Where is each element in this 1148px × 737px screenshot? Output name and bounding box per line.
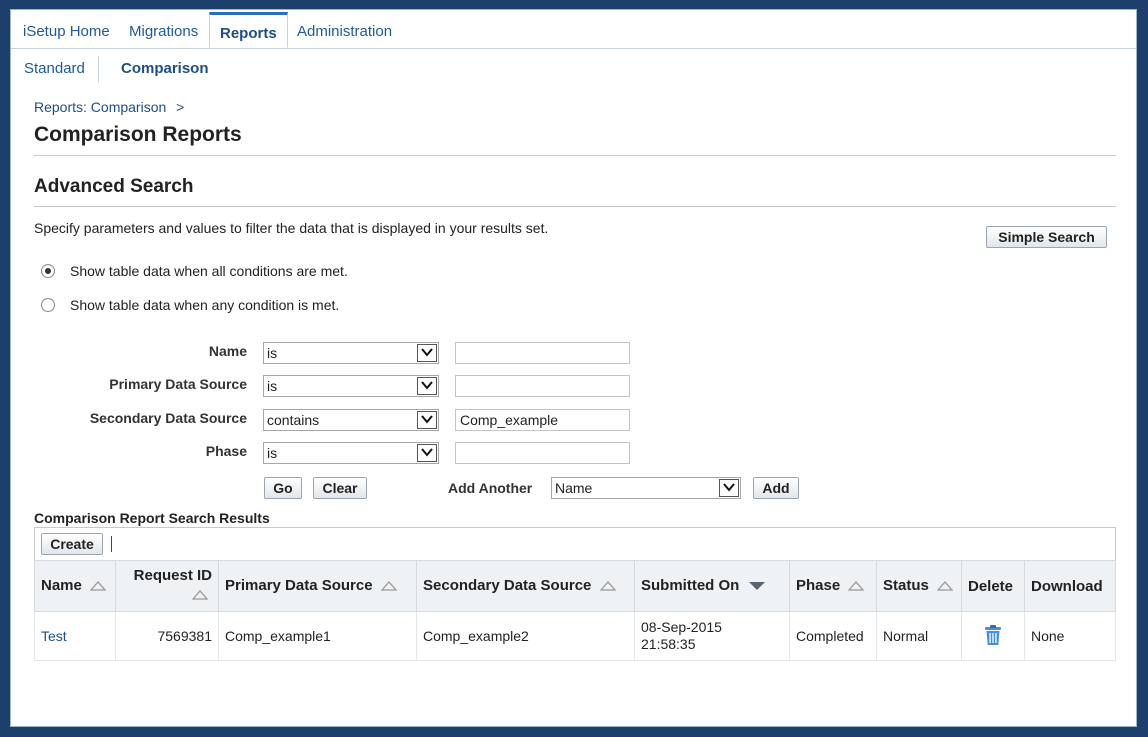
breadcrumb: Reports: Comparison > (34, 99, 184, 115)
match-any-label: Show table data when any condition is me… (70, 297, 340, 313)
column-header-secondary-label: Secondary Data Source (423, 577, 592, 595)
match-all-radio[interactable] (41, 264, 55, 278)
results-table: Name Request ID Primary Data Source Seco… (34, 560, 1116, 661)
sort-ascending-icon[interactable] (599, 578, 617, 595)
column-header-submitted-label: Submitted On (641, 577, 740, 595)
column-header-download-label: Download (1031, 577, 1103, 595)
tab-reports[interactable]: Reports (209, 12, 288, 48)
sort-ascending-icon[interactable] (847, 578, 865, 595)
table-header-row: Name Request ID Primary Data Source Seco… (34, 560, 1116, 612)
advanced-search-title: Advanced Search (34, 176, 194, 197)
submitted-time: 21:58:35 (641, 636, 696, 652)
match-all-label: Show table data when all conditions are … (70, 263, 348, 279)
column-header-delete-label: Delete (968, 577, 1014, 595)
criteria-labels: Name Primary Data Source Secondary Data … (51, 10, 247, 459)
cell-submitted-on: 08-Sep-2015 21:58:35 (634, 611, 790, 661)
column-header-phase[interactable]: Phase (789, 560, 877, 612)
column-header-secondary-data-source[interactable]: Secondary Data Source (416, 560, 635, 612)
criteria-label-secondary-data-source: Secondary Data Source (89, 410, 247, 426)
section-divider (34, 206, 1116, 207)
phase-operator-value: is (267, 445, 278, 461)
cell-primary-data-source: Comp_example1 (218, 611, 417, 661)
criteria-label-phase: Phase (205, 443, 247, 459)
sort-ascending-icon[interactable] (936, 578, 954, 595)
tab-migrations[interactable]: Migrations (129, 16, 198, 47)
table-row: Test 7569381 Comp_example1 Comp_example2… (34, 611, 1116, 661)
secondary-data-source-value-input[interactable]: Comp_example (455, 409, 630, 431)
primary-data-source-operator-select[interactable]: is (263, 375, 439, 397)
column-header-phase-label: Phase (796, 577, 841, 595)
sort-ascending-icon[interactable] (191, 586, 209, 606)
primary-data-source-value-input[interactable] (455, 375, 630, 397)
name-value-input[interactable] (455, 342, 630, 364)
primary-operator-value: is (267, 378, 278, 394)
tab-isetup-home[interactable]: iSetup Home (23, 16, 110, 47)
column-header-request-id-label: Request ID (133, 566, 212, 584)
column-header-download: Download (1024, 560, 1116, 612)
toolbar-divider (111, 536, 112, 552)
sort-ascending-icon[interactable] (380, 578, 398, 595)
chevron-down-icon (417, 444, 437, 462)
add-another-label: Add Another (448, 480, 533, 496)
column-header-status-label: Status (883, 577, 929, 595)
sort-descending-icon[interactable] (748, 578, 766, 595)
subtab-divider (98, 56, 99, 82)
cell-name: Test (34, 611, 116, 661)
column-header-request-id[interactable]: Request ID (115, 560, 219, 612)
criteria-label-primary-data-source: Primary Data Source (109, 376, 247, 392)
add-another-value: Name (555, 480, 593, 496)
page-frame: iSetup Home Migrations Reports Administr… (10, 9, 1137, 727)
subtab-standard[interactable]: Standard (24, 60, 85, 77)
submitted-date: 08-Sep-2015 (641, 619, 722, 635)
cell-secondary-data-source: Comp_example2 (416, 611, 635, 661)
chevron-down-icon (417, 411, 437, 429)
breadcrumb-link-reports-comparison[interactable]: Reports: Comparison (34, 99, 166, 115)
column-header-submitted-on[interactable]: Submitted On (634, 560, 790, 612)
name-operator-value: is (267, 345, 278, 361)
cell-download: None (1024, 611, 1116, 661)
column-header-primary-data-source[interactable]: Primary Data Source (218, 560, 417, 612)
page-title: Comparison Reports (34, 123, 242, 146)
criteria-label-name: Name (208, 343, 247, 359)
clear-button[interactable]: Clear (313, 477, 367, 499)
secondary-operator-value: contains (267, 412, 320, 428)
column-header-name-label: Name (41, 577, 82, 595)
column-header-status[interactable]: Status (876, 560, 962, 612)
column-header-delete: Delete (961, 560, 1025, 612)
column-header-primary-label: Primary Data Source (225, 577, 373, 595)
results-title: Comparison Report Search Results (34, 510, 270, 526)
main-tabs: iSetup Home Migrations Reports Administr… (11, 10, 1136, 49)
sub-tabs: Standard Comparison (11, 56, 1136, 86)
create-button[interactable]: Create (41, 533, 103, 555)
trash-icon[interactable] (984, 624, 1002, 649)
name-operator-select[interactable]: is (263, 342, 439, 364)
cell-status: Normal (876, 611, 962, 661)
chevron-down-icon (417, 344, 437, 362)
report-name-link[interactable]: Test (41, 628, 67, 644)
secondary-data-source-operator-select[interactable]: contains (263, 409, 439, 431)
go-button[interactable]: Go (264, 477, 302, 499)
sort-ascending-icon[interactable] (89, 578, 107, 595)
chevron-down-icon (417, 377, 437, 395)
tab-administration[interactable]: Administration (297, 16, 392, 47)
chevron-down-icon (719, 479, 739, 497)
add-another-select[interactable]: Name (551, 477, 741, 499)
search-instructions: Specify parameters and values to filter … (34, 220, 549, 236)
title-divider (34, 155, 1116, 156)
add-button[interactable]: Add (753, 477, 799, 499)
cell-phase: Completed (789, 611, 877, 661)
match-any-radio[interactable] (41, 298, 55, 312)
phase-operator-select[interactable]: is (263, 442, 439, 464)
subtab-comparison[interactable]: Comparison (121, 60, 209, 77)
cell-request-id: 7569381 (115, 611, 219, 661)
simple-search-button[interactable]: Simple Search (986, 226, 1107, 248)
phase-value-input[interactable] (455, 442, 630, 464)
cell-delete (961, 611, 1025, 661)
breadcrumb-separator: > (176, 99, 185, 115)
column-header-name[interactable]: Name (34, 560, 116, 612)
